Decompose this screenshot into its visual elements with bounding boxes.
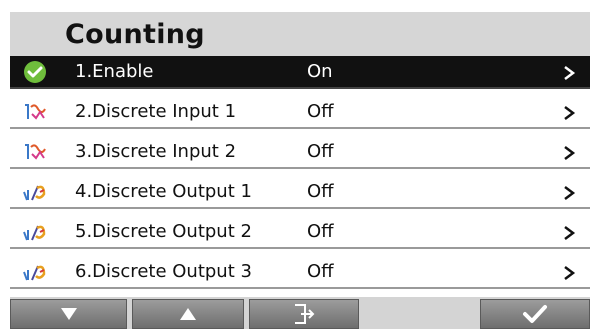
menu-item-label: 2.Discrete Input 1	[75, 101, 237, 122]
checkmark-icon	[523, 305, 547, 323]
discrete-input-icon	[25, 104, 46, 120]
chevron-right-icon	[564, 186, 576, 200]
chevron-right-icon	[564, 226, 576, 240]
scroll-down-button[interactable]	[10, 299, 127, 329]
menu-item-value: Off	[307, 261, 334, 282]
menu-item-label: 1.Enable	[75, 61, 154, 82]
menu-item-value: Off	[307, 141, 334, 162]
menu-item-discrete-output-2[interactable]: 5.Discrete Output 2 Off	[10, 216, 590, 249]
discrete-output-icon	[23, 225, 46, 241]
exit-button[interactable]	[249, 299, 359, 329]
menu-item-value: Off	[307, 181, 334, 202]
menu-item-discrete-input-1[interactable]: 2.Discrete Input 1 Off	[10, 96, 590, 129]
discrete-input-icon	[25, 144, 46, 160]
scroll-up-button[interactable]	[132, 299, 244, 329]
menu-item-value: On	[307, 61, 333, 82]
chevron-right-icon	[564, 146, 576, 160]
menu-item-discrete-input-2[interactable]: 3.Discrete Input 2 Off	[10, 136, 590, 169]
page-title: Counting	[65, 19, 205, 50]
chevron-right-icon	[564, 266, 576, 280]
menu-item-discrete-output-3[interactable]: 6.Discrete Output 3 Off	[10, 256, 590, 289]
check-circle-icon	[24, 61, 46, 83]
chevron-right-icon	[564, 66, 576, 80]
menu-item-value: Off	[307, 221, 334, 242]
counting-screen: Counting 1.Enable On 2.Discrete Input 1 …	[10, 12, 590, 329]
menu-item-value: Off	[307, 101, 334, 122]
arrow-up-icon	[180, 308, 196, 320]
menu-item-label: 6.Discrete Output 3	[75, 261, 252, 282]
confirm-button[interactable]	[480, 299, 590, 329]
softkey-bar	[10, 297, 590, 329]
discrete-output-icon	[23, 185, 46, 201]
menu-item-label: 4.Discrete Output 1	[75, 181, 252, 202]
menu-item-label: 5.Discrete Output 2	[75, 221, 252, 242]
arrow-down-icon	[60, 308, 77, 320]
exit-icon	[295, 304, 315, 324]
menu-item-label: 3.Discrete Input 2	[75, 141, 237, 162]
header-bar: Counting	[10, 12, 590, 56]
chevron-right-icon	[564, 106, 576, 120]
menu-item-enable[interactable]: 1.Enable On	[10, 56, 590, 89]
discrete-output-icon	[23, 265, 46, 281]
menu-item-discrete-output-1[interactable]: 4.Discrete Output 1 Off	[10, 176, 590, 209]
